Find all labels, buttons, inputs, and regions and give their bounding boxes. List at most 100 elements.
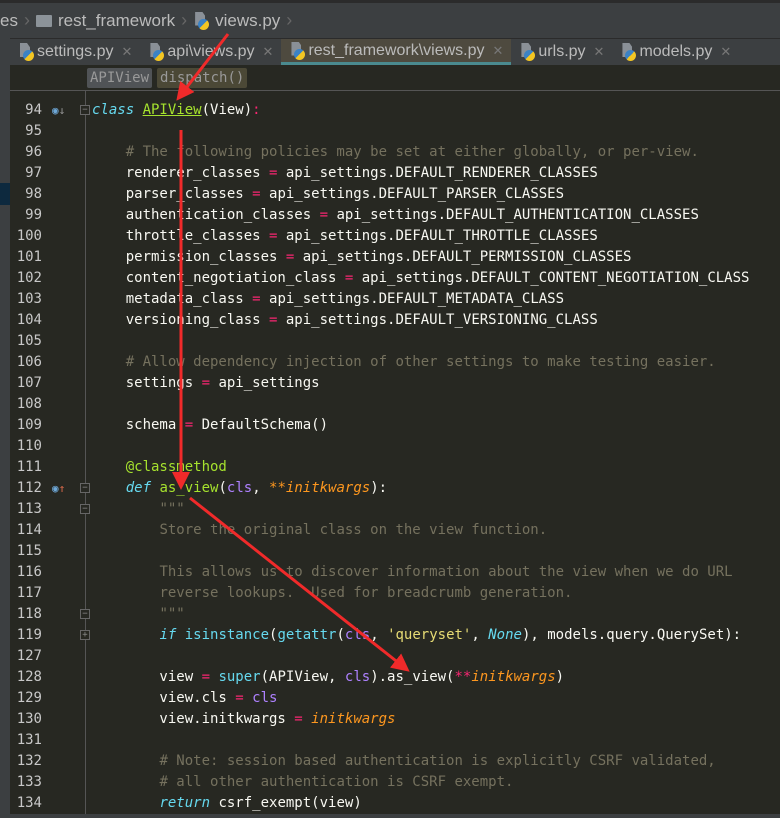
line-number: 98 bbox=[25, 186, 42, 202]
code-token: api_settings.DEFAULT_RENDERER_CLASSES bbox=[277, 165, 598, 181]
line-number: 119 bbox=[16, 627, 42, 643]
code-token: """ bbox=[159, 501, 185, 517]
fold-marker-icon[interactable]: + bbox=[80, 630, 90, 640]
close-tab-icon[interactable]: ✕ bbox=[720, 44, 731, 60]
line-number: 115 bbox=[16, 543, 42, 559]
code-token: This allows us to discover information a… bbox=[159, 564, 733, 580]
code-line: 101 permission_classes = api_settings.DE… bbox=[10, 247, 780, 268]
tab-settings-py[interactable]: settings.py ✕ bbox=[10, 39, 140, 65]
fold-marker-icon[interactable]: − bbox=[80, 504, 90, 514]
breadcrumb-item[interactable]: es bbox=[0, 11, 24, 31]
code-token: ), models.query.QuerySet): bbox=[521, 627, 742, 643]
code-token: content_negotiation_class bbox=[92, 270, 345, 286]
code-line: 130 view.initkwargs = initkwargs bbox=[10, 709, 780, 730]
line-number: 133 bbox=[16, 774, 42, 790]
code-token: , bbox=[252, 480, 270, 496]
close-tab-icon[interactable]: ✕ bbox=[493, 43, 504, 59]
code-text: class APIView(View): bbox=[92, 100, 261, 121]
code-token: initkwargs bbox=[471, 669, 556, 685]
code-token: ** bbox=[454, 669, 472, 685]
tab-rest-framework-views-py[interactable]: rest_framework\views.py ✕ bbox=[281, 39, 512, 65]
override-marker-icon[interactable]: ◉↑ bbox=[52, 478, 65, 499]
horizontal-scrollbar[interactable] bbox=[0, 814, 780, 818]
code-text: return csrf_exempt(view) bbox=[92, 793, 361, 814]
line-number: 127 bbox=[16, 648, 42, 664]
code-token: authentication_classes bbox=[92, 207, 320, 223]
line-number: 113 bbox=[16, 501, 42, 517]
code-line: 127 bbox=[10, 646, 780, 667]
close-tab-icon[interactable]: ✕ bbox=[594, 44, 605, 60]
code-text: # Allow dependency injection of other se… bbox=[92, 352, 716, 373]
structure-apiview[interactable]: APIView bbox=[87, 67, 153, 88]
code-token: = bbox=[201, 669, 211, 685]
code-editor[interactable]: 94 ◉↓ − class APIView(View): 95 96 # The foll… bbox=[10, 91, 780, 814]
code-token: = bbox=[252, 291, 261, 307]
code-text: renderer_classes = api_settings.DEFAULT_… bbox=[92, 163, 598, 184]
code-line: 96 # The following policies may be set a… bbox=[10, 142, 780, 163]
code-token: ( bbox=[218, 480, 227, 496]
line-number: 117 bbox=[16, 585, 42, 601]
breadcrumb-item-views-py[interactable]: views.py bbox=[187, 11, 286, 31]
code-text: authentication_classes = api_settings.DE… bbox=[92, 205, 699, 226]
code-token: , bbox=[471, 627, 489, 643]
code-text: # Note: session based authentication is … bbox=[92, 751, 715, 772]
code-token: # Allow dependency injection of other se… bbox=[125, 354, 716, 370]
breadcrumb-separator-icon: › bbox=[286, 10, 293, 30]
code-line: 115 bbox=[10, 541, 780, 562]
code-text: versioning_class = api_settings.DEFAULT_… bbox=[92, 310, 598, 331]
structure-breadcrumb: APIView dispatch() bbox=[10, 65, 780, 91]
code-line: 109 schema = DefaultSchema() bbox=[10, 415, 780, 436]
fold-marker-icon[interactable]: − bbox=[80, 609, 90, 619]
code-line: 99 authentication_classes = api_settings… bbox=[10, 205, 780, 226]
code-line: 103 metadata_class = api_settings.DEFAUL… bbox=[10, 289, 780, 310]
code-text: Store the original class on the view fun… bbox=[92, 520, 547, 541]
code-token: api_settings.DEFAULT_VERSIONING_CLASS bbox=[277, 312, 598, 328]
code-token: view.initkwargs bbox=[92, 711, 295, 727]
code-token: ).as_view( bbox=[370, 669, 455, 685]
code-token: cls bbox=[226, 480, 253, 496]
structure-dispatch[interactable]: dispatch() bbox=[157, 67, 248, 88]
fold-marker-icon[interactable]: − bbox=[80, 483, 90, 493]
tab-models-py[interactable]: models.py ✕ bbox=[612, 39, 739, 65]
code-token: class bbox=[92, 102, 143, 118]
override-marker-icon[interactable]: ◉↓ bbox=[52, 100, 65, 121]
line-number: 108 bbox=[16, 396, 42, 412]
fold-marker-icon[interactable]: − bbox=[80, 105, 90, 115]
code-line: 105 bbox=[10, 331, 780, 352]
code-token: view.cls bbox=[92, 690, 236, 706]
close-tab-icon[interactable]: ✕ bbox=[263, 44, 274, 60]
line-number: 128 bbox=[16, 669, 42, 685]
close-tab-icon[interactable]: ✕ bbox=[121, 44, 132, 60]
code-line: 134 return csrf_exempt(view) bbox=[10, 793, 780, 814]
breadcrumb-item-rest-framework[interactable]: rest_framework bbox=[30, 11, 181, 31]
line-number: 94 bbox=[25, 102, 42, 118]
python-file-icon bbox=[289, 42, 306, 60]
code-line: 106 # Allow dependency injection of othe… bbox=[10, 352, 780, 373]
code-token: api_settings.DEFAULT_THROTTLE_CLASSES bbox=[277, 228, 598, 244]
code-token: """ bbox=[159, 606, 185, 622]
tab-api-views-py[interactable]: api\views.py ✕ bbox=[140, 39, 281, 65]
python-file-icon bbox=[148, 43, 165, 61]
code-line: 94 ◉↓ − class APIView(View): bbox=[10, 100, 780, 121]
code-line: 107 settings = api_settings bbox=[10, 373, 780, 394]
code-token: parser_classes bbox=[92, 186, 253, 202]
line-number: 106 bbox=[16, 354, 42, 370]
line-number: 101 bbox=[16, 249, 42, 265]
tab-urls-py[interactable]: urls.py ✕ bbox=[511, 39, 612, 65]
code-text: metadata_class = api_settings.DEFAULT_ME… bbox=[92, 289, 564, 310]
python-file-icon bbox=[193, 12, 210, 30]
code-token: if bbox=[159, 627, 185, 643]
code-text: parser_classes = api_settings.DEFAULT_PA… bbox=[92, 184, 564, 205]
code-line: 114 Store the original class on the view… bbox=[10, 520, 780, 541]
code-token: # all other authentication is CSRF exemp… bbox=[159, 774, 514, 790]
code-text: """ bbox=[92, 604, 185, 625]
code-text: reverse lookups. Used for breadcrumb gen… bbox=[92, 583, 572, 604]
code-token: super bbox=[218, 669, 261, 685]
code-line: 110 bbox=[10, 436, 780, 457]
code-line: 100 throttle_classes = api_settings.DEFA… bbox=[10, 226, 780, 247]
code-token: , bbox=[370, 627, 388, 643]
code-text: permission_classes = api_settings.DEFAUL… bbox=[92, 247, 632, 268]
